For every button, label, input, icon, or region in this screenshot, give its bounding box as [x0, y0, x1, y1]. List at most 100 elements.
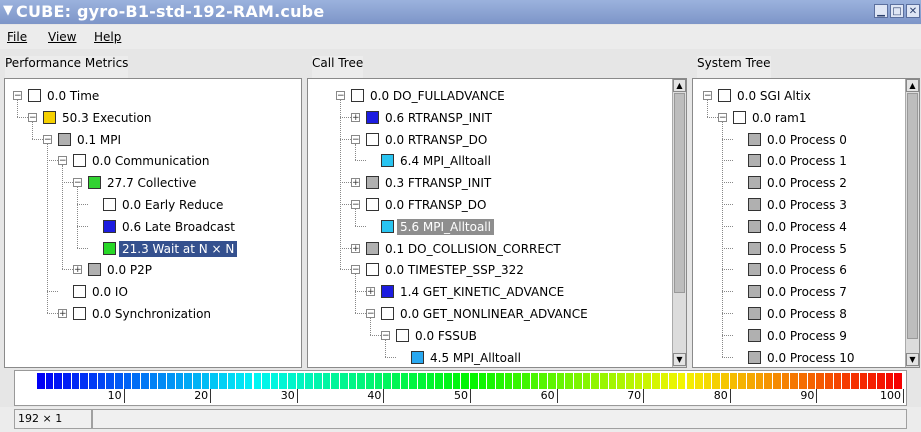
severity-color-square	[366, 110, 379, 124]
color-scale-segment	[409, 373, 418, 389]
menu-file[interactable]: File	[7, 30, 27, 44]
scroll-up-button[interactable]: ▲	[906, 79, 919, 92]
collapse-toggle-icon[interactable]: −	[381, 330, 390, 340]
tree-node-label[interactable]: 1.4 GET_KINETIC_ADVANCE	[397, 284, 567, 300]
close-button[interactable]: ✕	[906, 4, 920, 18]
tree-node-label[interactable]: 0.0 Process 6	[764, 262, 850, 278]
scale-tick-mark	[296, 389, 298, 403]
tree-node-label[interactable]: 0.0 ram1	[749, 110, 810, 126]
severity-color-square	[411, 350, 424, 364]
scroll-down-button[interactable]: ▼	[906, 353, 919, 366]
color-scale-segment	[816, 373, 825, 389]
color-scale-segment	[62, 373, 71, 389]
tree-node-label[interactable]: 27.7 Collective	[104, 175, 199, 191]
scroll-up-button[interactable]: ▲	[673, 79, 686, 92]
color-scale-segment	[703, 373, 712, 389]
tree-node-label[interactable]: 0.0 Process 7	[764, 284, 850, 300]
tree-node-label[interactable]: 0.0 Communication	[89, 153, 212, 169]
metrics-tree[interactable]: −0.0 Time −50.3 Execution −0.1 MPI −0.0 Com…	[4, 78, 302, 368]
tree-node-label[interactable]: 0.0 RTRANSP_DO	[382, 132, 490, 148]
color-scale-segment	[591, 373, 599, 389]
severity-color-square	[381, 307, 394, 320]
menu-help[interactable]: Help	[94, 30, 121, 44]
expand-toggle-icon[interactable]: +	[58, 309, 67, 319]
color-scale-segment	[825, 373, 833, 389]
tree-node-label[interactable]: 0.0 Process 5	[764, 241, 850, 257]
tree-node-label[interactable]: 6.4 MPI_Alltoall	[397, 153, 494, 169]
tree-node-label[interactable]: 0.0 Time	[44, 88, 102, 104]
color-scale-segment	[262, 373, 270, 389]
tree-node-label[interactable]: 0.0 P2P	[104, 262, 155, 278]
tree-node-label[interactable]: 0.0 Process 8	[764, 306, 850, 322]
expand-toggle-icon[interactable]: +	[351, 178, 360, 188]
collapse-toggle-icon[interactable]: −	[366, 309, 375, 319]
collapse-toggle-icon[interactable]: −	[703, 91, 712, 101]
tree-node-label[interactable]: 0.6 RTRANSP_INIT	[382, 110, 495, 126]
collapse-toggle-icon[interactable]: −	[43, 134, 52, 144]
severity-color-square	[73, 307, 86, 320]
tree-node-label[interactable]: 5.6 MPI_Alltoall	[397, 218, 494, 235]
tree-node-label[interactable]: 0.0 Process 9	[764, 328, 850, 344]
tree-connector	[340, 269, 351, 271]
tree-node-label[interactable]: 0.6 Late Broadcast	[119, 219, 238, 235]
tree-node-label[interactable]: 0.0 FTRANSP_DO	[382, 197, 490, 213]
collapse-toggle-icon[interactable]: −	[336, 91, 345, 101]
tree-node-label[interactable]: 0.0 Process 10	[764, 350, 858, 366]
menu-view[interactable]: View	[48, 30, 76, 44]
tree-node-label[interactable]: 0.0 Process 3	[764, 197, 850, 213]
collapse-toggle-icon[interactable]: −	[718, 112, 727, 122]
severity-color-square	[748, 328, 761, 342]
collapse-toggle-icon[interactable]: −	[351, 265, 360, 275]
color-scale-segment	[149, 373, 158, 389]
scale-tick-label: 10	[107, 389, 122, 402]
collapse-toggle-icon[interactable]: −	[13, 91, 22, 101]
tree-node-label[interactable]: 21.3 Wait at N × N	[119, 240, 238, 257]
color-scale-segment	[357, 373, 366, 389]
expand-toggle-icon[interactable]: +	[73, 265, 82, 275]
scroll-down-button[interactable]: ▼	[673, 353, 686, 366]
scroll-thumb[interactable]	[907, 93, 918, 339]
tree-node-label[interactable]: 0.0 Process 1	[764, 153, 850, 169]
collapse-toggle-icon[interactable]: −	[73, 178, 82, 188]
collapse-toggle-icon[interactable]: −	[351, 200, 360, 210]
tree-node-label[interactable]: 0.0 SGI Altix	[734, 88, 814, 104]
color-scale-segment	[288, 373, 296, 389]
call-tree[interactable]: ▲ ▼ − 0.0 DO_FULLADVANCE +0.6 RTRANSP_INIT…	[307, 78, 687, 368]
scroll-thumb[interactable]	[674, 93, 685, 293]
tree-node-label[interactable]: 0.0 Synchronization	[89, 306, 214, 322]
tree-node-label[interactable]: 4.5 MPI_Alltoall	[427, 350, 524, 366]
collapse-toggle-icon[interactable]: −	[351, 134, 360, 144]
maximize-button[interactable]: □	[890, 4, 904, 18]
tree-node-label[interactable]: 0.0 IO	[89, 284, 131, 300]
systree-scrollbar[interactable]: ▲ ▼	[905, 79, 919, 367]
tree-node-label[interactable]: 0.0 TIMESTEP_SSP_322	[382, 262, 527, 278]
scale-tick-label: 90	[800, 389, 815, 402]
tree-node-label[interactable]: 50.3 Execution	[59, 110, 154, 126]
color-scale-segment	[461, 373, 469, 389]
tree-node-label[interactable]: 0.0 GET_NONLINEAR_ADVANCE	[397, 306, 591, 322]
expand-toggle-icon[interactable]: +	[351, 243, 360, 253]
collapse-toggle-icon[interactable]: −	[58, 156, 67, 166]
tree-node-label[interactable]: 0.0 Early Reduce	[119, 197, 226, 213]
severity-color-square	[88, 263, 101, 277]
tree-node-label[interactable]: 0.1 MPI	[74, 132, 124, 148]
system-tree[interactable]: ▲ ▼ −0.0 SGI Altix −0.0 ram1 0.0 Process 0…	[692, 78, 920, 368]
expand-toggle-icon[interactable]: +	[366, 287, 375, 297]
tree-node-label[interactable]: 0.3 FTRANSP_INIT	[382, 175, 494, 191]
tree-node-label[interactable]: 0.0 Process 4	[764, 219, 850, 235]
severity-color-square	[103, 219, 116, 233]
scale-tick-mark	[816, 389, 818, 403]
tree-node-label[interactable]: 0.0 Process 0	[764, 132, 850, 148]
collapse-toggle-icon[interactable]: −	[28, 112, 37, 122]
tree-node-label[interactable]: 0.0 FSSUB	[412, 328, 480, 344]
severity-color-square	[28, 89, 41, 102]
tree-node-label[interactable]: 0.0 DO_FULLADVANCE	[367, 88, 508, 104]
minimize-button[interactable]: ▁	[874, 4, 888, 18]
expand-toggle-icon[interactable]: +	[351, 112, 360, 122]
window-menu-icon[interactable]: ▼	[3, 3, 13, 18]
tree-node-label[interactable]: 0.0 Process 2	[764, 175, 850, 191]
tree-node-label[interactable]: 0.1 DO_COLLISION_CORRECT	[382, 241, 564, 257]
color-scale-segment	[530, 373, 539, 389]
calltree-scrollbar[interactable]: ▲ ▼	[672, 79, 686, 367]
tree-connector	[722, 269, 733, 271]
